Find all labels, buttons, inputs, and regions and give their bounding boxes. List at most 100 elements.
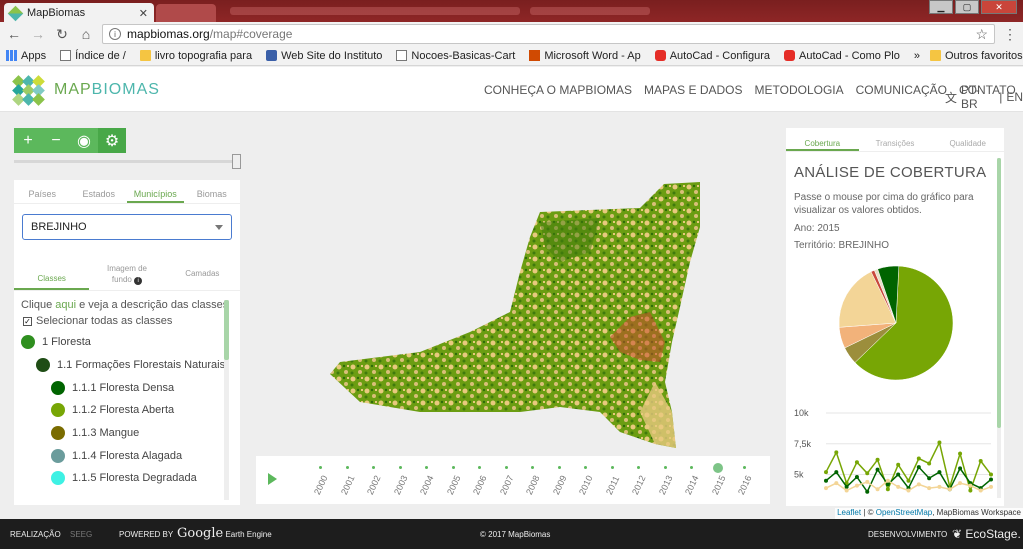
- zoom-in-button[interactable]: +: [14, 128, 42, 153]
- line-point[interactable]: [978, 488, 983, 493]
- timeline-year[interactable]: 2000: [312, 456, 332, 504]
- window-close-icon[interactable]: ✕: [981, 0, 1017, 14]
- bookmark-item[interactable]: Apps: [6, 50, 46, 62]
- line-point[interactable]: [885, 478, 890, 483]
- class-item[interactable]: 1.1.2 Floresta Aberta: [21, 399, 240, 422]
- line-point[interactable]: [834, 450, 839, 455]
- line-point[interactable]: [958, 451, 963, 456]
- line-point[interactable]: [937, 484, 942, 489]
- timeline-year-marker[interactable]: [637, 466, 640, 469]
- bookmark-item[interactable]: Microsoft Word - Ap: [529, 50, 641, 62]
- google-earth-engine-logo[interactable]: Google Earth Engine: [177, 526, 272, 541]
- territory-tab[interactable]: Estados: [71, 180, 128, 203]
- line-point[interactable]: [916, 465, 921, 470]
- line-point[interactable]: [885, 487, 890, 492]
- tab-classes[interactable]: Classes: [14, 257, 90, 290]
- line-point[interactable]: [854, 483, 859, 488]
- nav-link[interactable]: COMUNICAÇÃO: [856, 83, 947, 97]
- timeline-year[interactable]: 2009: [551, 456, 571, 504]
- bookmark-item[interactable]: AutoCad - Configura: [654, 50, 770, 62]
- class-color-dot[interactable]: [51, 448, 65, 463]
- url-input[interactable]: i mapbiomas.org/map#coverage ☆: [102, 24, 995, 44]
- line-point[interactable]: [865, 479, 870, 484]
- bookmark-star-icon[interactable]: ☆: [975, 26, 988, 43]
- browser-menu-icon[interactable]: ⋮: [1003, 26, 1017, 43]
- line-point[interactable]: [854, 460, 859, 465]
- timeline-year-marker[interactable]: [584, 466, 587, 469]
- help-link[interactable]: aqui: [55, 299, 76, 311]
- line-point[interactable]: [906, 478, 911, 483]
- timeline-year[interactable]: 2013: [657, 456, 677, 504]
- timeline-year-marker[interactable]: [663, 466, 667, 469]
- line-point[interactable]: [989, 484, 993, 489]
- class-item[interactable]: 1 Floresta: [21, 331, 240, 354]
- territory-select[interactable]: BREJINHO: [22, 214, 232, 240]
- timeline-year[interactable]: 2008: [524, 456, 544, 504]
- line-point[interactable]: [824, 470, 828, 475]
- class-item[interactable]: 1.1.4 Floresta Alagada: [21, 444, 240, 467]
- line-point[interactable]: [927, 486, 932, 491]
- other-favorites-button[interactable]: Outros favoritos: [930, 50, 1023, 62]
- timeline-year-marker[interactable]: [743, 466, 746, 469]
- ecostage-logo[interactable]: ❦ EcoStage.: [952, 527, 1021, 541]
- timeline-year[interactable]: 2015: [710, 456, 730, 504]
- bookmark-item[interactable]: Índice de /: [60, 50, 126, 62]
- nav-link[interactable]: MAPAS E DADOS: [644, 83, 742, 97]
- minimize-icon[interactable]: ▁: [929, 0, 953, 14]
- class-color-dot[interactable]: [51, 426, 65, 441]
- timeline-year[interactable]: 2012: [630, 456, 650, 504]
- timeline-year-marker[interactable]: [690, 466, 693, 469]
- timeline-year-marker[interactable]: [504, 466, 508, 469]
- line-point[interactable]: [968, 483, 973, 488]
- class-item[interactable]: 1.1.5 Floresta Degradada: [21, 467, 240, 490]
- tab-layers[interactable]: Camadas: [165, 257, 240, 290]
- leaflet-link[interactable]: Leaflet: [837, 508, 861, 517]
- class-item[interactable]: 1.1 Formações Florestais Naturais: [21, 354, 240, 377]
- line-point[interactable]: [989, 477, 993, 482]
- line-point[interactable]: [834, 481, 839, 486]
- timeline-year[interactable]: 2010: [577, 456, 597, 504]
- line-point[interactable]: [865, 489, 870, 494]
- analysis-tab[interactable]: Qualidade: [931, 128, 1004, 151]
- analysis-scrollbar-thumb[interactable]: [997, 158, 1001, 428]
- analysis-tab[interactable]: Cobertura: [786, 128, 859, 151]
- class-color-dot[interactable]: [51, 471, 65, 486]
- line-point[interactable]: [937, 440, 942, 445]
- timeline-year-marker[interactable]: [451, 466, 455, 469]
- line-point[interactable]: [958, 466, 963, 471]
- line-point[interactable]: [896, 462, 901, 467]
- timeline-year-marker[interactable]: [557, 466, 561, 469]
- timeline-year-marker[interactable]: [478, 466, 481, 469]
- line-point[interactable]: [854, 475, 859, 479]
- close-tab-icon[interactable]: ✕: [139, 7, 148, 20]
- back-icon[interactable]: ←: [6, 26, 22, 42]
- opacity-slider-handle[interactable]: [232, 154, 241, 169]
- tab-background-image[interactable]: Imagem de fundo i: [89, 257, 164, 290]
- line-point[interactable]: [834, 470, 839, 475]
- line-point[interactable]: [978, 459, 983, 463]
- lang-pt-link[interactable]: PT-BR: [961, 83, 995, 111]
- timeline-year[interactable]: 2016: [736, 456, 756, 504]
- timeline-year[interactable]: 2002: [365, 456, 385, 504]
- timeline-year[interactable]: 2003: [392, 456, 412, 504]
- line-point[interactable]: [927, 461, 932, 466]
- line-point[interactable]: [885, 482, 890, 487]
- line-point[interactable]: [896, 484, 901, 489]
- maximize-icon[interactable]: ▢: [955, 0, 979, 14]
- mapbiomas-logo[interactable]: MAPBIOMAS: [10, 75, 160, 106]
- timeline-year[interactable]: 2014: [683, 456, 703, 504]
- eye-icon[interactable]: ◉: [70, 128, 98, 153]
- class-item[interactable]: 1.1.3 Mangue: [21, 422, 240, 445]
- line-point[interactable]: [875, 457, 880, 462]
- browser-tab-inactive[interactable]: [156, 4, 216, 22]
- timeline-year[interactable]: 2004: [418, 456, 438, 504]
- class-item[interactable]: 1.1.1 Floresta Densa: [21, 376, 240, 399]
- browser-tab[interactable]: MapBiomas ✕: [4, 3, 154, 23]
- line-point[interactable]: [824, 486, 828, 491]
- nav-link[interactable]: CONHEÇA O MAPBIOMAS: [484, 83, 632, 97]
- opacity-slider[interactable]: [14, 160, 236, 163]
- timeline-year[interactable]: 2007: [498, 456, 518, 504]
- timeline-year[interactable]: 2005: [445, 456, 465, 504]
- class-color-dot[interactable]: [21, 335, 35, 350]
- line-point[interactable]: [937, 470, 942, 475]
